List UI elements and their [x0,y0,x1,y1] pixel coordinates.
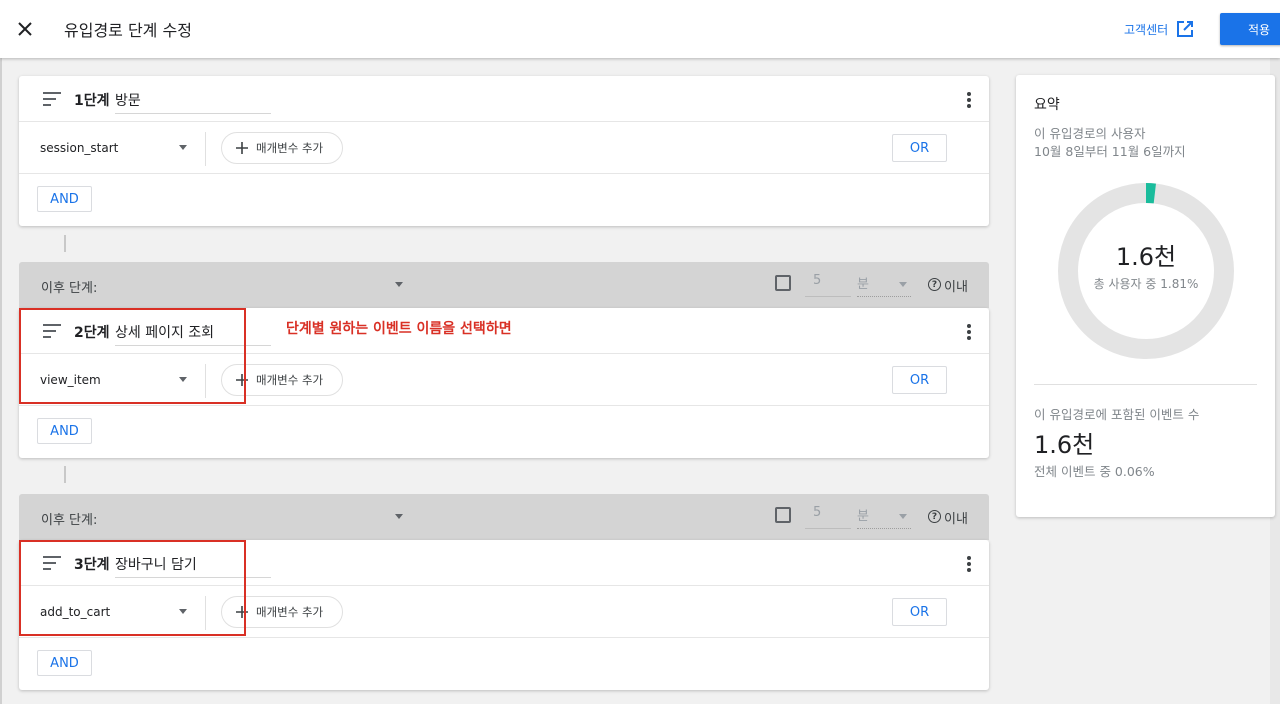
sequence-bar-1: 이후 단계: 5 분 ? 이내 [19,262,989,308]
time-limit-checkbox[interactable] [775,275,791,291]
apply-button[interactable]: 적용 [1220,13,1280,45]
and-row: AND [19,406,989,458]
time-limit-checkbox[interactable] [775,507,791,523]
add-parameter-label: 매개변수 추가 [256,605,324,619]
step-header: 1단계 방문 [19,76,989,122]
add-parameter-label: 매개변수 추가 [256,141,324,155]
sequence-label: 이후 단계: [41,513,98,528]
event-select[interactable]: session_start [40,141,118,155]
help-icon[interactable]: ? [928,510,941,523]
time-unit-label: 분 [857,509,869,524]
or-button[interactable]: OR [892,134,947,162]
left-border [0,58,2,704]
and-row: AND [19,174,989,226]
page-title: 유입경로 단계 수정 [64,21,192,40]
top-app-bar: 유입경로 단계 수정 고객센터 적용 [0,0,1280,58]
dropdown-caret-icon[interactable] [395,514,403,519]
divider [205,132,206,166]
or-button[interactable]: OR [892,598,947,626]
within-label: 이내 [944,280,968,295]
add-parameter-label: 매개변수 추가 [256,373,324,387]
and-button[interactable]: AND [37,186,92,212]
and-row: AND [19,638,989,690]
divider [1034,384,1257,385]
step-name-input[interactable]: 방문 [115,90,271,114]
time-unit-label: 분 [857,277,869,292]
step-connector [64,235,66,252]
dropdown-caret-icon[interactable] [395,282,403,287]
step-connector [64,466,66,483]
sequence-bar-2: 이후 단계: 5 분 ? 이내 [19,494,989,540]
more-vert-icon[interactable] [966,324,972,340]
funnel-step-card-1: 1단계 방문 session_start 매개변수 추가 OR AND [19,76,989,226]
events-label: 이 유입경로에 포함된 이벤트 수 [1034,407,1200,422]
dropdown-caret-icon[interactable] [899,282,907,287]
drag-handle-icon[interactable] [43,92,63,106]
annotation-highlight-box [19,540,246,636]
users-label: 이 유입경로의 사용자 [1034,126,1146,141]
annotation-text: 단계별 원하는 이벤트 이름을 선택하면 [286,321,512,337]
plus-icon [236,142,248,154]
and-button[interactable]: AND [37,650,92,676]
annotation-highlight-box [19,308,246,404]
step-label: 1단계 [74,93,110,109]
or-button[interactable]: OR [892,366,947,394]
event-row: session_start 매개변수 추가 OR [19,122,989,174]
time-value-input[interactable]: 5 [805,273,851,297]
dropdown-caret-icon[interactable] [899,514,907,519]
summary-panel: 요약 이 유입경로의 사용자 10월 8일부터 11월 6일까지 1.6천 총 … [1016,75,1275,517]
events-value: 1.6천 [1034,431,1095,459]
dropdown-caret-icon[interactable] [179,145,187,150]
users-value: 1.6천 [1115,243,1177,271]
summary-title: 요약 [1034,97,1060,113]
users-percent: 총 사용자 중 1.81% [1093,277,1199,291]
more-vert-icon[interactable] [966,556,972,572]
close-button[interactable] [14,18,36,40]
more-vert-icon[interactable] [966,92,972,108]
events-percent: 전체 이벤트 중 0.06% [1034,464,1155,479]
time-value-input[interactable]: 5 [805,505,851,529]
open-in-new-icon [1177,21,1194,37]
close-icon [18,22,32,36]
add-parameter-button[interactable]: 매개변수 추가 [221,132,343,164]
and-button[interactable]: AND [37,418,92,444]
sequence-label: 이후 단계: [41,281,98,296]
help-center-label: 고객센터 [1124,22,1169,37]
date-range: 10월 8일부터 11월 6일까지 [1034,144,1186,159]
within-label: 이내 [944,512,968,527]
help-icon[interactable]: ? [928,278,941,291]
help-center-link[interactable]: 고객센터 [1124,20,1194,38]
